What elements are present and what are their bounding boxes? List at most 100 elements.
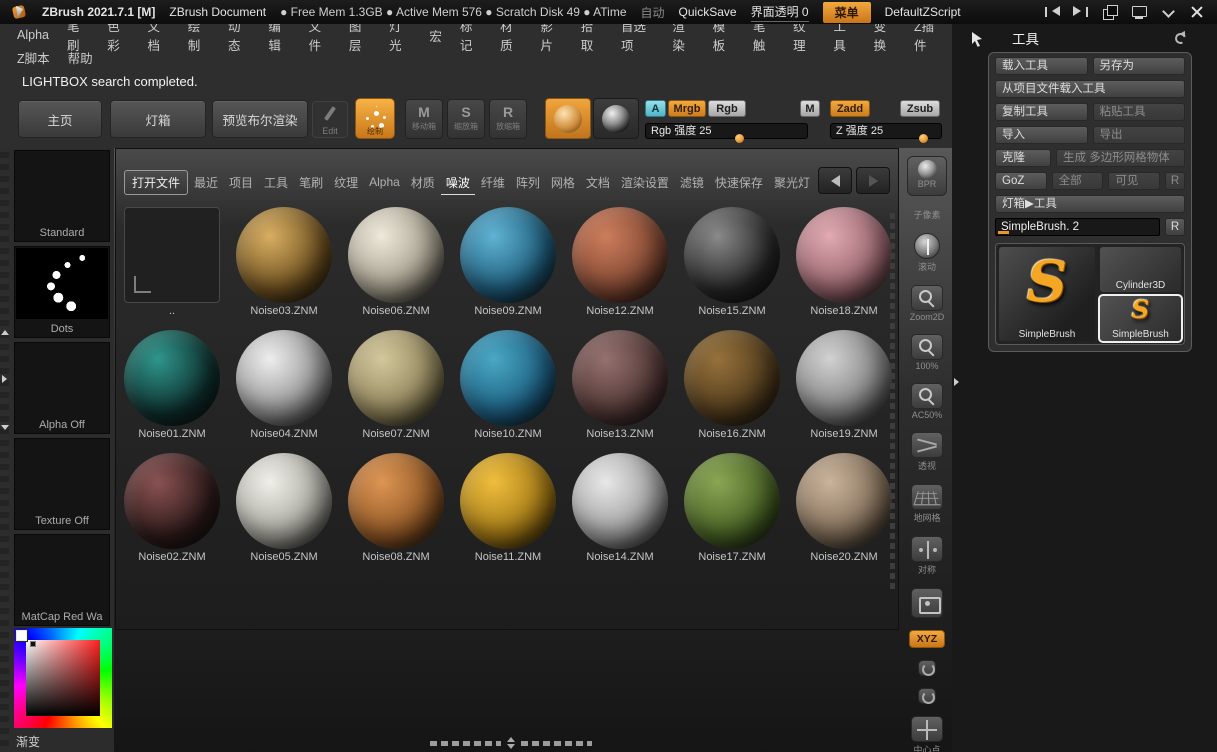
shelf-子像素-button[interactable]: 子像素 bbox=[913, 208, 940, 221]
scroll-arrows[interactable] bbox=[506, 737, 516, 749]
stroke-selector[interactable]: Dots bbox=[14, 246, 110, 338]
alpha-selector[interactable]: Alpha Off bbox=[14, 342, 110, 434]
color-picker[interactable] bbox=[14, 628, 112, 728]
lightbox-button[interactable]: 灯箱 bbox=[110, 100, 206, 138]
paste-tool-button[interactable]: 粘贴工具 bbox=[1093, 103, 1186, 121]
slider-knob[interactable] bbox=[735, 134, 744, 143]
tab-噪波[interactable]: 噪波 bbox=[441, 171, 475, 194]
shelf-rot-button[interactable] bbox=[918, 688, 936, 704]
shelf-对称-button[interactable]: 对称 bbox=[911, 536, 943, 576]
tab-工具[interactable]: 工具 bbox=[259, 171, 293, 194]
draw-button[interactable]: 绘制 bbox=[355, 98, 395, 139]
tab-Alpha[interactable]: Alpha bbox=[364, 172, 405, 192]
shelf-滚动-button[interactable]: 滚动 bbox=[914, 233, 940, 273]
color-picker-gradient[interactable] bbox=[26, 640, 100, 716]
shelf-XYZ-button[interactable]: XYZ bbox=[909, 630, 945, 648]
load-from-project-button[interactable]: 从项目文件载入工具 bbox=[995, 80, 1185, 98]
lightbox-item-Noise02.ZNM[interactable]: Noise02.ZNM bbox=[124, 453, 220, 564]
lightbox-item-Noise01.ZNM[interactable]: Noise01.ZNM bbox=[124, 330, 220, 441]
shelf-camera-button[interactable] bbox=[911, 588, 943, 618]
lightbox-item-Noise19.ZNM[interactable]: Noise19.ZNM bbox=[796, 330, 892, 441]
material-secondary-button[interactable] bbox=[593, 98, 639, 139]
divider-up-arrow-icon[interactable] bbox=[1, 330, 9, 335]
tab-笔刷[interactable]: 笔刷 bbox=[294, 171, 328, 194]
lightbox-item-Noise07.ZNM[interactable]: Noise07.ZNM bbox=[348, 330, 444, 441]
tool-thumb-cylinder3d[interactable]: Cylinder3D bbox=[1100, 247, 1181, 292]
material-selector[interactable]: MatCap Red Wa bbox=[14, 534, 110, 626]
zscript-forward-icon[interactable] bbox=[1073, 5, 1089, 19]
default-zscript-button[interactable]: DefaultZScript bbox=[885, 5, 961, 19]
gyro-r-button[interactable]: R放缩箱 bbox=[489, 99, 527, 139]
tab-项目[interactable]: 项目 bbox=[224, 171, 258, 194]
rgb-intensity-slider[interactable]: Rgb 强度 25 bbox=[645, 123, 808, 139]
current-tool-r-button[interactable]: R bbox=[1165, 218, 1185, 236]
scroll-dashes[interactable] bbox=[430, 741, 501, 746]
preview-boolean-button[interactable]: 预览布尔渲染 bbox=[212, 100, 308, 138]
lightbox-item-Noise08.ZNM[interactable]: Noise08.ZNM bbox=[348, 453, 444, 564]
lightbox-to-tool-button[interactable]: 灯箱▶工具 bbox=[995, 195, 1185, 213]
dock-arrow-icon[interactable] bbox=[970, 31, 984, 47]
menu-item-Z脚本[interactable]: Z脚本 bbox=[8, 48, 59, 67]
lightbox-item-Noise05.ZNM[interactable]: Noise05.ZNM bbox=[236, 453, 332, 564]
menu-item-宏[interactable]: 宏 bbox=[420, 26, 451, 45]
goz-r-button[interactable]: R bbox=[1165, 172, 1185, 190]
goz-visible-button[interactable]: 可见 bbox=[1108, 172, 1160, 190]
shelf-透视-button[interactable]: 透视 bbox=[911, 432, 943, 472]
texture-selector[interactable]: Texture Off bbox=[14, 438, 110, 530]
menu-button[interactable]: 菜单 bbox=[823, 2, 871, 23]
mrgb-mode-button[interactable]: Mrgb bbox=[668, 100, 706, 117]
copy-tool-button[interactable]: 复制工具 bbox=[995, 103, 1088, 121]
ui-transparency-slider[interactable]: 界面透明 0 bbox=[751, 3, 809, 22]
tool-thumb-simplebrush-large[interactable]: S SimpleBrush bbox=[999, 247, 1095, 341]
lightbox-prev-button[interactable] bbox=[818, 167, 852, 194]
monitor-icon[interactable] bbox=[1131, 5, 1147, 19]
quicksave-button[interactable]: QuickSave bbox=[679, 5, 737, 19]
lightbox-item-Noise09.ZNM[interactable]: Noise09.ZNM bbox=[460, 207, 556, 318]
lightbox-item-Noise06.ZNM[interactable]: Noise06.ZNM bbox=[348, 207, 444, 318]
color-swatch-secondary[interactable] bbox=[30, 641, 36, 647]
lightbox-item-Noise10.ZNM[interactable]: Noise10.ZNM bbox=[460, 330, 556, 441]
scroll-down-icon[interactable] bbox=[507, 744, 515, 749]
tab-打开文件[interactable]: 打开文件 bbox=[124, 170, 188, 195]
zscript-rewind-icon[interactable] bbox=[1044, 5, 1060, 19]
lightbox-item-Noise20.ZNM[interactable]: Noise20.ZNM bbox=[796, 453, 892, 564]
lightbox-item-Noise15.ZNM[interactable]: Noise15.ZNM bbox=[684, 207, 780, 318]
canvas[interactable]: 打开文件最近项目工具笔刷纹理Alpha材质噪波纤维阵列网格文档渲染设置滤镜快速保… bbox=[114, 148, 952, 752]
load-tool-button[interactable]: 载入工具 bbox=[995, 57, 1088, 75]
lightbox-item-Noise13.ZNM[interactable]: Noise13.ZNM bbox=[572, 330, 668, 441]
clone-button[interactable]: 克隆 bbox=[995, 149, 1051, 167]
lightbox-item-Noise18.ZNM[interactable]: Noise18.ZNM bbox=[796, 207, 892, 318]
shelf-rot-button[interactable] bbox=[918, 660, 936, 676]
material-preview-button[interactable] bbox=[545, 98, 591, 139]
tab-阵列[interactable]: 阵列 bbox=[511, 171, 545, 194]
zadd-mode-button[interactable]: Zadd bbox=[830, 100, 870, 117]
lightbox-item-Noise12.ZNM[interactable]: Noise12.ZNM bbox=[572, 207, 668, 318]
tool-thumb-simplebrush-selected[interactable]: S SimpleBrush bbox=[1100, 296, 1181, 341]
lightbox-item-Noise04.ZNM[interactable]: Noise04.ZNM bbox=[236, 330, 332, 441]
refresh-icon[interactable] bbox=[1173, 31, 1187, 45]
lightbox-item-Noise03.ZNM[interactable]: Noise03.ZNM bbox=[236, 207, 332, 318]
gyro-m-button[interactable]: M移动箱 bbox=[405, 99, 443, 139]
gyro-s-button[interactable]: S缩放箱 bbox=[447, 99, 485, 139]
tab-最近[interactable]: 最近 bbox=[189, 171, 223, 194]
save-as-button[interactable]: 另存为 bbox=[1093, 57, 1186, 75]
lightbox-item-Noise14.ZNM[interactable]: Noise14.ZNM bbox=[572, 453, 668, 564]
goz-button[interactable]: GoZ bbox=[995, 172, 1047, 190]
tab-网格[interactable]: 网格 bbox=[546, 171, 580, 194]
shelf-AC50%-button[interactable]: AC50% bbox=[911, 383, 943, 420]
lightbox-item-Noise17.ZNM[interactable]: Noise17.ZNM bbox=[684, 453, 780, 564]
brush-selector[interactable]: Standard bbox=[14, 150, 110, 242]
left-divider-strip[interactable] bbox=[0, 148, 9, 752]
color-swatch-primary[interactable] bbox=[16, 630, 27, 641]
rgb-mode-button[interactable]: Rgb bbox=[708, 100, 746, 117]
tab-材质[interactable]: 材质 bbox=[406, 171, 440, 194]
home-button[interactable]: 主页 bbox=[18, 100, 102, 138]
edit-button[interactable]: Edit bbox=[312, 101, 348, 138]
shelf-中心点-button[interactable]: 中心点 bbox=[911, 716, 943, 752]
z-intensity-slider[interactable]: Z 强度 25 bbox=[830, 123, 942, 139]
lightbox-scrollbar[interactable] bbox=[890, 209, 895, 589]
m-mode-button[interactable]: M bbox=[800, 100, 820, 117]
collapse-icon[interactable] bbox=[1160, 5, 1176, 19]
shelf-BPR-button[interactable]: BPR bbox=[907, 156, 947, 196]
lightbox-item-..[interactable]: .. bbox=[124, 207, 220, 318]
